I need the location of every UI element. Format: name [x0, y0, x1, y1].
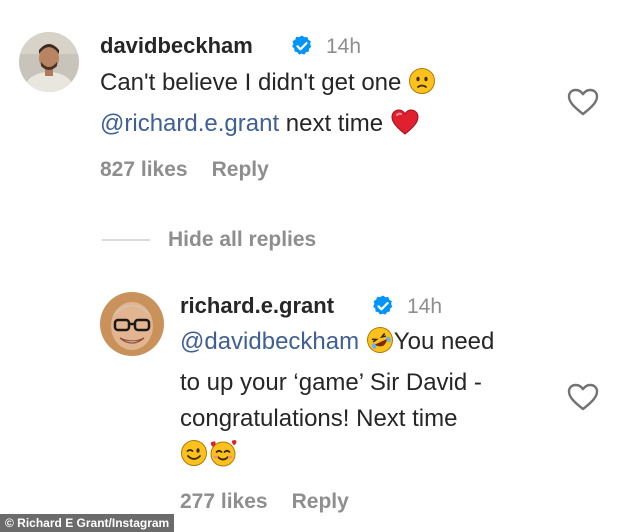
hide-all-replies-label: Hide all replies: [168, 228, 317, 251]
worried-face-emoji: [408, 67, 436, 106]
avatar-richard-e-grant[interactable]: [100, 292, 164, 356]
verified-badge-icon: [373, 295, 393, 315]
comment-text-richard-e-grant: @davidbeckham You need to up your ‘game’…: [180, 324, 580, 478]
reply-button[interactable]: Reply: [212, 158, 269, 182]
likes-count[interactable]: 277 likes: [180, 490, 268, 514]
comment-meta-richard-e-grant: 277 likes Reply: [180, 490, 349, 514]
comment-meta-davidbeckham: 827 likes Reply: [100, 158, 269, 182]
comment-text-line: Can't believe I didn't get one: [100, 69, 409, 96]
smiling-hearts-emoji: [208, 439, 238, 478]
comment-text-davidbeckham: Can't believe I didn't get one @richard.…: [100, 65, 520, 147]
mention-link[interactable]: @davidbeckham: [180, 328, 359, 355]
comment-text-line: congratulations! Next time: [180, 405, 458, 432]
photo-credit-caption: © Richard E Grant/Instagram: [0, 514, 175, 532]
hide-all-replies-button[interactable]: Hide all replies: [102, 226, 316, 254]
verified-badge-icon: [292, 35, 312, 55]
comment-time: 14h: [326, 35, 362, 58]
reply-button[interactable]: Reply: [292, 490, 349, 514]
like-heart-icon[interactable]: [566, 87, 600, 117]
comment-text-line: next time: [279, 110, 390, 137]
mention-link[interactable]: @richard.e.grant: [100, 110, 279, 137]
username-richard-e-grant[interactable]: richard.e.grant: [180, 293, 334, 319]
username-davidbeckham[interactable]: davidbeckham: [100, 33, 253, 59]
divider-line: [102, 239, 150, 241]
winking-face-emoji: [180, 439, 208, 478]
like-heart-icon[interactable]: [566, 382, 600, 412]
avatar-davidbeckham[interactable]: [19, 32, 79, 92]
comment-text-line: You need: [393, 328, 495, 355]
comment-time: 14h: [407, 295, 443, 318]
likes-count[interactable]: 827 likes: [100, 158, 188, 182]
red-heart-emoji: [390, 108, 420, 147]
rolling-laughing-emoji: [366, 326, 394, 365]
comment-text-line: to up your ‘game’ Sir David -: [180, 369, 482, 396]
